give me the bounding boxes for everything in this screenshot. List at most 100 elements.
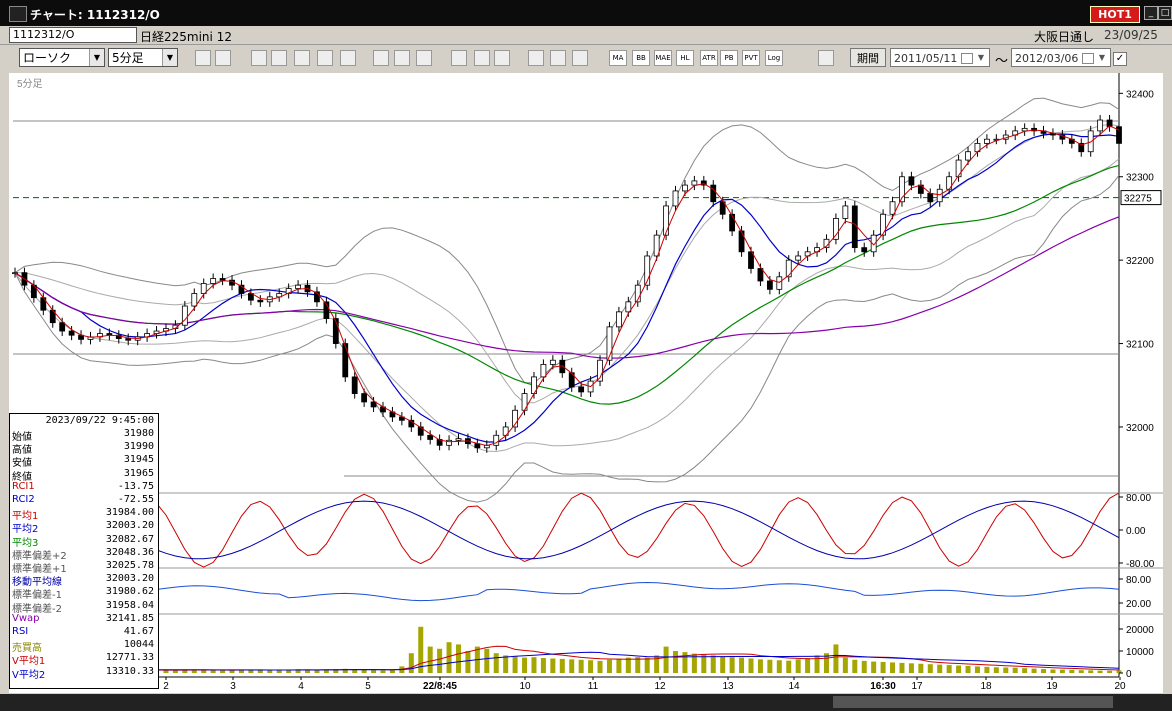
chevron-down-icon: ▼: [977, 53, 985, 62]
indicator-button-mae[interactable]: MAE: [654, 50, 672, 66]
minimize-icon[interactable]: _: [1144, 6, 1158, 20]
candle-icon[interactable]: [251, 50, 267, 66]
vol-tick-label: 0: [1126, 669, 1132, 680]
hot-button[interactable]: HOT1: [1090, 6, 1140, 23]
rci2-line: [14, 500, 1120, 560]
search-icon[interactable]: [271, 50, 287, 66]
candle: [965, 151, 971, 161]
date-from-field[interactable]: 2011/05/11 ▼: [890, 48, 990, 67]
indicator-button-atr[interactable]: ATR: [700, 50, 718, 66]
volume-bar: [588, 660, 594, 673]
cursor-icon[interactable]: [394, 50, 410, 66]
chart-type-select[interactable]: ローソク ▼: [19, 48, 105, 67]
volume-bar: [437, 648, 443, 673]
candle: [766, 280, 773, 290]
indicator-button-hl[interactable]: HL: [676, 50, 694, 66]
volume-bar: [946, 665, 952, 673]
vol-tick-label: 20000: [1126, 625, 1154, 636]
candle: [351, 376, 358, 394]
zoom-icon[interactable]: [195, 50, 211, 66]
indicator-button-log[interactable]: Log: [765, 50, 783, 66]
candle: [219, 278, 226, 281]
period-button[interactable]: 期間: [850, 48, 886, 67]
market-label: 大阪日通し: [1034, 30, 1095, 44]
osc1-tick-label: -80.00: [1126, 559, 1155, 570]
x-tick-label: 2: [163, 681, 169, 692]
layout-icon[interactable]: [215, 50, 231, 66]
x-tick-label: 11: [588, 681, 599, 692]
bollinger-lower-1: [14, 158, 1120, 453]
maximize-icon[interactable]: □: [1158, 6, 1172, 20]
bollinger-upper-2: [14, 97, 1120, 384]
price-tick-label: 32000: [1126, 423, 1154, 434]
chart-type-value: ローソク: [23, 51, 72, 65]
candle: [181, 305, 188, 326]
apply-checkbox[interactable]: ✓: [1113, 52, 1127, 66]
indicator-button-ma[interactable]: MA: [609, 50, 627, 66]
data-row: 売買高 10044: [12, 639, 154, 654]
bar2-icon[interactable]: [474, 50, 490, 66]
volume-bar: [1078, 670, 1084, 673]
candle: [927, 193, 934, 203]
indicator-button-bb[interactable]: BB: [632, 50, 650, 66]
line-icon[interactable]: [416, 50, 432, 66]
volume-bar: [512, 656, 518, 673]
warning-icon[interactable]: [340, 50, 356, 66]
indicator-button-pb[interactable]: PB: [720, 50, 738, 66]
osc2-tick-label: 20.00: [1126, 599, 1151, 610]
symbol-code-field[interactable]: 1112312/O: [9, 27, 137, 43]
osc2-tick-label: 80.00: [1126, 575, 1151, 586]
color-icon[interactable]: [572, 50, 588, 66]
chart-canvas[interactable]: 3240032300322003210032000322755分足80.000.…: [9, 73, 1163, 693]
bar-icon[interactable]: [451, 50, 467, 66]
data-row: RCI1 -13.75: [12, 481, 154, 494]
volume-bar: [993, 667, 999, 673]
scrollbar[interactable]: [833, 696, 1113, 708]
chart-area[interactable]: 32400 32300 32200 32100 32000 32275 5分足 80.00 0.…: [9, 73, 1163, 693]
data-row-label: RCI1: [12, 480, 35, 492]
data-row-label: RSI: [12, 626, 29, 637]
volume-bar: [842, 657, 848, 673]
interval-select[interactable]: 5分足 ▼: [108, 48, 178, 67]
all-icon[interactable]: [494, 50, 510, 66]
data-row-value: -72.55: [117, 494, 154, 505]
volume-bar: [701, 654, 707, 673]
calendar-icon: [1082, 53, 1094, 64]
pen-icon[interactable]: [373, 50, 389, 66]
grid-icon[interactable]: [528, 50, 544, 66]
data-row: 標準偏差-1 31980.62: [12, 586, 154, 601]
volume-bar: [937, 664, 943, 673]
data-row: 平均3 32082.67: [12, 534, 154, 549]
date-to-field[interactable]: 2012/03/06 ▼: [1011, 48, 1111, 67]
volume-bar: [984, 666, 990, 673]
data-row: RCI2 -72.55: [12, 494, 154, 507]
volume-bar: [786, 660, 792, 673]
data-row-value: 32141.85: [105, 612, 154, 624]
current-price-label: 32275: [1124, 194, 1152, 205]
candle: [710, 184, 717, 203]
wrench-icon[interactable]: [550, 50, 566, 66]
volume-bar: [1031, 668, 1037, 673]
crosshair-icon[interactable]: [317, 50, 333, 66]
data-row-value: 31990: [123, 441, 154, 453]
indicator-icon[interactable]: [818, 50, 834, 66]
data-row-value: 31965: [123, 467, 154, 479]
candle: [936, 188, 943, 203]
volume-bar: [625, 657, 631, 673]
data-row-value: 31980: [123, 428, 154, 439]
interval-value: 5分足: [112, 51, 144, 65]
x-tick-label: 4: [298, 681, 304, 692]
volume-bar: [720, 656, 726, 673]
candle: [1087, 130, 1094, 153]
candle: [1097, 119, 1104, 132]
volume-bar: [861, 660, 867, 673]
indicator-button-pvt[interactable]: PVT: [742, 50, 760, 66]
chart-icon[interactable]: [294, 50, 310, 66]
title-bar: チャート: 1112312/O HOT1 _ □: [0, 0, 1172, 26]
candle: [578, 386, 585, 393]
volume-bar: [1041, 669, 1047, 673]
date-to-value: 2012/03/06: [1015, 52, 1079, 65]
volume-bar: [210, 670, 216, 673]
data-row-value: 31945: [123, 454, 154, 466]
volume-bar: [493, 653, 499, 673]
